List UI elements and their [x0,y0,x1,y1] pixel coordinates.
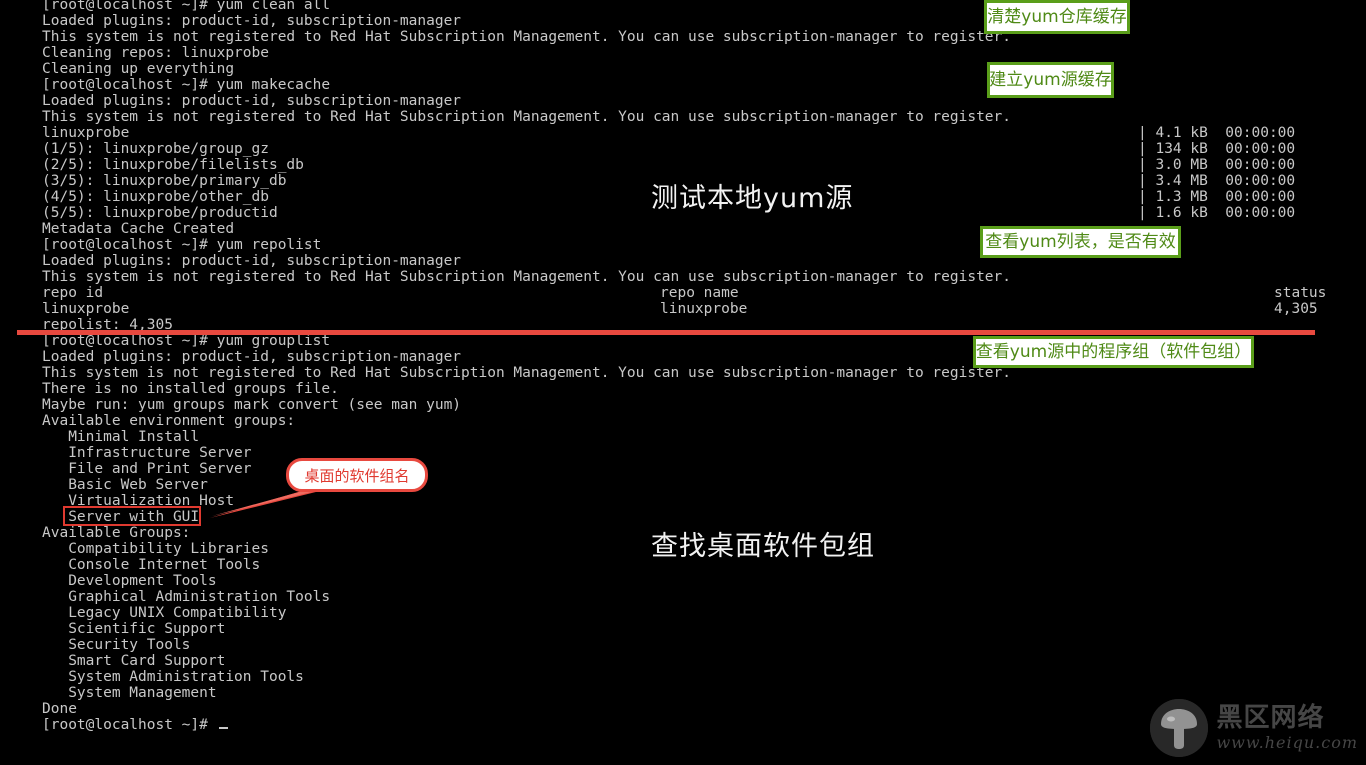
terminal-line: Basic Web Server [42,477,208,493]
terminal-line: linuxprobe [42,125,130,141]
terminal-line: System Management [42,685,217,701]
terminal-line: Infrastructure Server [42,445,252,461]
terminal-line: Available environment groups: [42,413,296,429]
terminal-line: [root@localhost ~]# yum grouplist [42,333,331,349]
terminal-line: (3/5): linuxprobe/primary_db [42,173,287,189]
green-callout-box: 清楚yum仓库缓存 [984,0,1130,34]
terminal-line: Security Tools [42,637,191,653]
terminal-line: Done [42,701,77,717]
terminal-prompt[interactable]: [root@localhost ~]# [42,717,228,733]
download-size-entry: | 1.3 MB 00:00:00 [1138,189,1296,205]
terminal-line: Graphical Administration Tools [42,589,331,605]
terminal-line: Legacy UNIX Compatibility [42,605,287,621]
terminal-line: This system is not registered to Red Hat… [42,109,1012,125]
terminal-line: Scientific Support [42,621,226,637]
terminal-line: This system is not registered to Red Hat… [42,269,1012,285]
download-size-entry: | 4.1 kB 00:00:00 [1138,125,1296,141]
site-watermark: 黑区网络 www.heiqu.com [1150,699,1358,757]
terminal-line: Cleaning repos: linuxprobe [42,45,269,61]
red-underline-rule [17,330,1315,335]
terminal-line: Loaded plugins: product-id, subscription… [42,253,462,269]
terminal-line: There is no installed groups file. [42,381,339,397]
terminal-line: Loaded plugins: product-id, subscription… [42,349,462,365]
terminal-line: Loaded plugins: product-id, subscription… [42,13,462,29]
download-size-entry: | 134 kB 00:00:00 [1138,141,1296,157]
green-callout-label: 查看yum源中的程序组（软件包组） [975,341,1252,362]
terminal-cursor [218,727,228,729]
terminal-line: Maybe run: yum groups mark convert (see … [42,397,462,413]
terminal-line: Loaded plugins: product-id, subscription… [42,93,462,109]
highlight-rect-server-with-gui [63,506,201,526]
terminal-line: This system is not registered to Red Hat… [42,29,1012,45]
terminal-line: (4/5): linuxprobe/other_db [42,189,269,205]
download-size-entry: | 3.0 MB 00:00:00 [1138,157,1296,173]
repolist-header-status: status [1274,285,1327,301]
green-callout-label: 清楚yum仓库缓存 [987,6,1127,27]
terminal-line: repo id [42,285,104,301]
overlay-caption: 测试本地yum源 [651,183,854,214]
watermark-url: www.heiqu.com [1216,733,1358,752]
terminal-line: Development Tools [42,573,217,589]
download-size-entry: | 1.6 kB 00:00:00 [1138,205,1296,221]
mushroom-logo-icon [1150,699,1209,757]
terminal-line: Metadata Cache Created [42,221,235,237]
terminal-output: [root@localhost ~]# yum clean all Loaded … [0,0,1366,765]
terminal-line: Minimal Install [42,429,200,445]
repolist-header-name: repo name [660,285,739,301]
terminal-prompt-text: [root@localhost ~]# [42,717,208,733]
terminal-line: This system is not registered to Red Hat… [42,365,1012,381]
green-callout-box: 建立yum源缓存 [987,62,1114,98]
terminal-line: (2/5): linuxprobe/filelists_db [42,157,304,173]
overlay-caption: 查找桌面软件包组 [651,531,875,562]
red-callout-bubble: 桌面的软件组名 [286,458,428,492]
red-callout-label: 桌面的软件组名 [304,466,410,485]
repolist-row-status: 4,305 [1274,301,1318,317]
terminal-line: Cleaning up everything [42,61,235,77]
terminal-line: (1/5): linuxprobe/group_gz [42,141,269,157]
terminal-line: Available Groups: [42,525,191,541]
green-callout-label: 建立yum源缓存 [989,69,1112,90]
terminal-line: Console Internet Tools [42,557,261,573]
terminal-line: Smart Card Support [42,653,226,669]
green-callout-box: 查看yum列表，是否有效 [980,226,1181,258]
terminal-line: [root@localhost ~]# yum repolist [42,237,322,253]
green-callout-label: 查看yum列表，是否有效 [985,231,1176,252]
terminal-line: (5/5): linuxprobe/productid [42,205,278,221]
green-callout-box: 查看yum源中的程序组（软件包组） [973,336,1254,368]
terminal-line: [root@localhost ~]# yum clean all [42,0,331,13]
terminal-line: System Administration Tools [42,669,304,685]
watermark-title: 黑区网络 [1216,703,1325,733]
terminal-line: [root@localhost ~]# yum makecache [42,77,331,93]
terminal-line: linuxprobe [42,301,130,317]
download-size-entry: | 3.4 MB 00:00:00 [1138,173,1296,189]
repolist-row-name: linuxprobe [660,301,748,317]
